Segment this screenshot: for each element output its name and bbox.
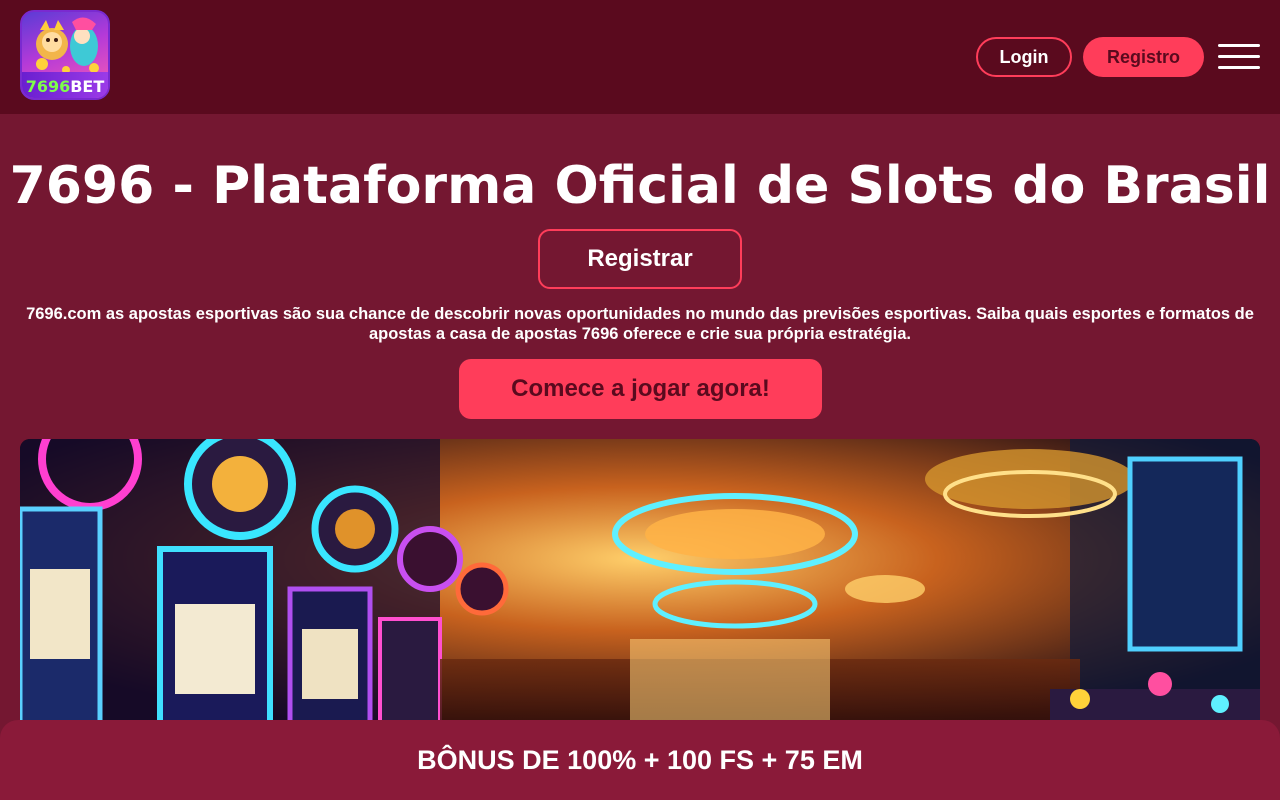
hamburger-menu-icon[interactable] [1218, 44, 1260, 70]
casino-hero-image [20, 439, 1260, 739]
logo-number: 7696 [25, 77, 71, 96]
menu-line [1218, 44, 1260, 47]
start-playing-button[interactable]: Comece a jogar agora! [459, 359, 822, 419]
menu-line [1218, 55, 1260, 58]
register-button[interactable]: Registro [1083, 37, 1204, 77]
menu-line [1218, 66, 1260, 69]
registrar-button[interactable]: Registrar [538, 229, 742, 289]
site-logo[interactable]: 7696BET [20, 10, 110, 100]
login-button[interactable]: Login [976, 37, 1072, 77]
logo-bet: BET [70, 77, 105, 96]
page-title: 7696 - Plataforma Oficial de Slots do Br… [9, 156, 1271, 216]
casino-illustration [20, 439, 1260, 739]
hero-description: 7696.com as apostas esportivas são sua c… [26, 305, 1254, 343]
bonus-banner[interactable]: BÔNUS DE 100% + 100 FS + 75 EM [0, 720, 1280, 800]
bonus-text: BÔNUS DE 100% + 100 FS + 75 EM [417, 744, 863, 775]
logo-text: 7696BET [22, 77, 108, 96]
site-header: 7696BET Login Registro [0, 0, 1280, 114]
